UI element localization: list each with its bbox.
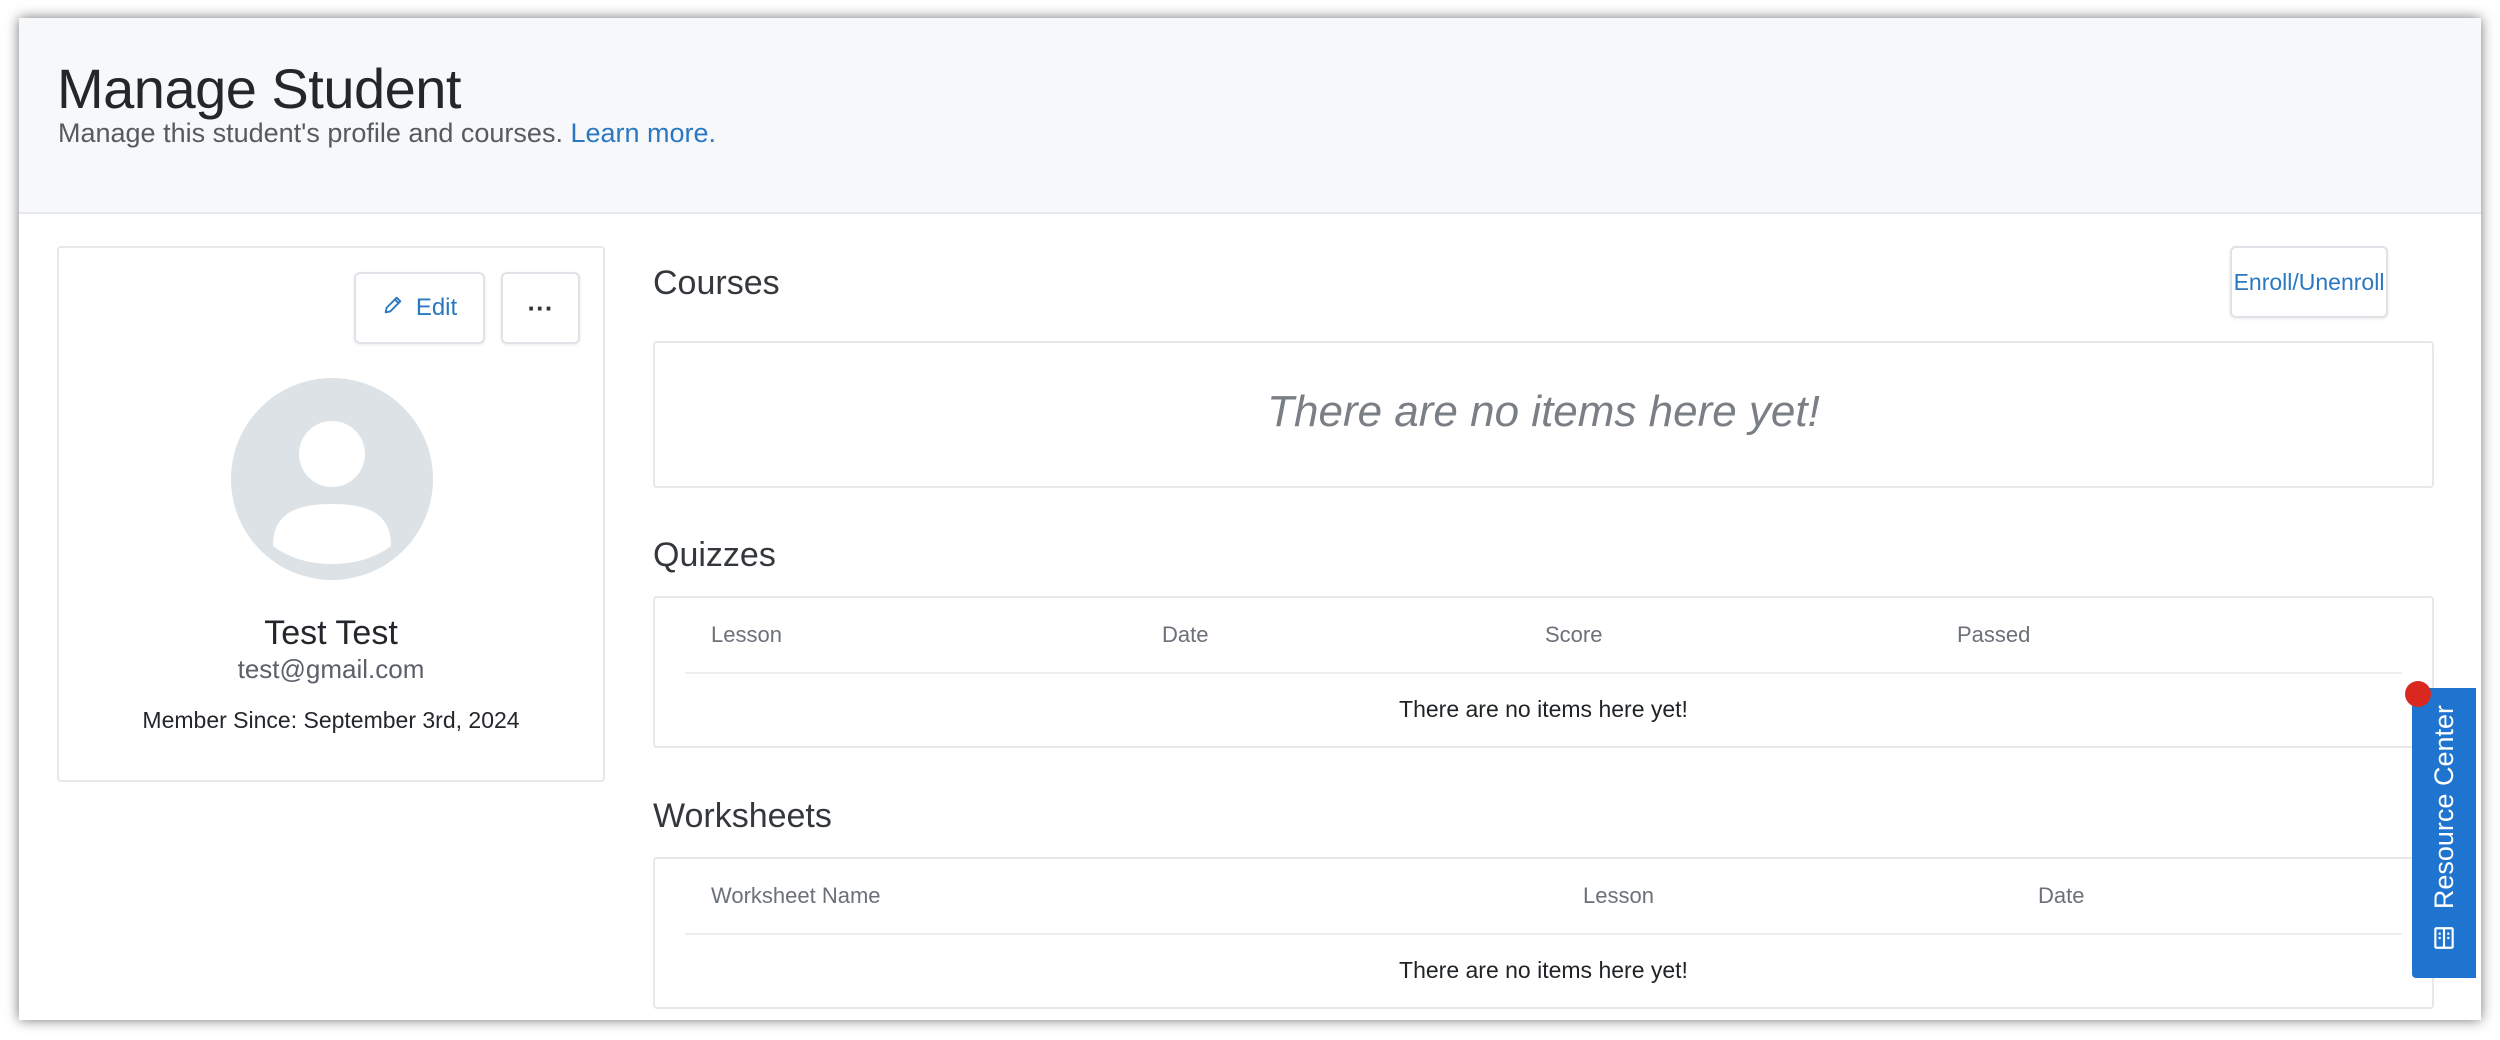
- ellipsis-icon: ···: [527, 292, 554, 323]
- courses-empty-message: There are no items here yet!: [1267, 387, 1820, 436]
- courses-title: Courses: [653, 264, 780, 302]
- quizzes-header-date: Date: [1162, 622, 1209, 647]
- resource-center-label: Resource Center: [2428, 704, 2459, 909]
- worksheets-header-name: Worksheet Name: [711, 883, 881, 908]
- worksheets-header-date: Date: [2038, 883, 2085, 908]
- page-header: Manage Student Manage this student's pro…: [19, 18, 2481, 214]
- worksheets-header-lesson: Lesson: [1583, 883, 1654, 908]
- resource-center-icon: [2431, 925, 2457, 956]
- more-options-button[interactable]: ···: [501, 272, 580, 344]
- quizzes-header-lesson: Lesson: [711, 622, 782, 647]
- app-window: Manage Student Manage this student's pro…: [19, 18, 2481, 1020]
- learn-more-link[interactable]: Learn more.: [570, 118, 716, 148]
- table-divider: [685, 933, 2402, 935]
- page-subtitle: Manage this student's profile and course…: [58, 118, 716, 149]
- edit-button[interactable]: Edit: [354, 272, 485, 344]
- enroll-unenroll-label: Enroll/Unenroll: [2233, 268, 2385, 295]
- resource-center-tab[interactable]: Resource Center: [2412, 688, 2476, 978]
- worksheets-table: Worksheet Name Lesson Date There are no …: [653, 857, 2434, 1009]
- quizzes-title: Quizzes: [653, 536, 776, 574]
- edit-button-label: Edit: [415, 294, 458, 321]
- enroll-unenroll-button[interactable]: Enroll/Unenroll: [2230, 246, 2388, 318]
- quizzes-table: Lesson Date Score Passed There are no it…: [653, 596, 2434, 748]
- pencil-icon: [382, 294, 404, 323]
- quizzes-empty-message: There are no items here yet!: [1399, 696, 1688, 722]
- profile-card: Edit ··· Test Test test@gmail.com Member…: [57, 246, 605, 782]
- worksheets-title: Worksheets: [653, 797, 832, 835]
- student-email: test@gmail.com: [237, 654, 425, 684]
- worksheets-empty-message: There are no items here yet!: [1399, 957, 1688, 983]
- page-title: Manage Student: [57, 57, 461, 120]
- page-subtitle-text: Manage this student's profile and course…: [58, 118, 563, 148]
- notification-dot: [2405, 681, 2431, 707]
- courses-panel: There are no items here yet!: [653, 341, 2434, 488]
- quizzes-header-passed: Passed: [1957, 622, 2031, 647]
- avatar: [231, 378, 433, 580]
- table-divider: [685, 672, 2402, 674]
- student-name: Test Test: [264, 614, 398, 652]
- member-since: Member Since: September 3rd, 2024: [142, 707, 520, 733]
- user-placeholder-icon: [273, 421, 391, 564]
- quizzes-header-score: Score: [1545, 622, 1603, 647]
